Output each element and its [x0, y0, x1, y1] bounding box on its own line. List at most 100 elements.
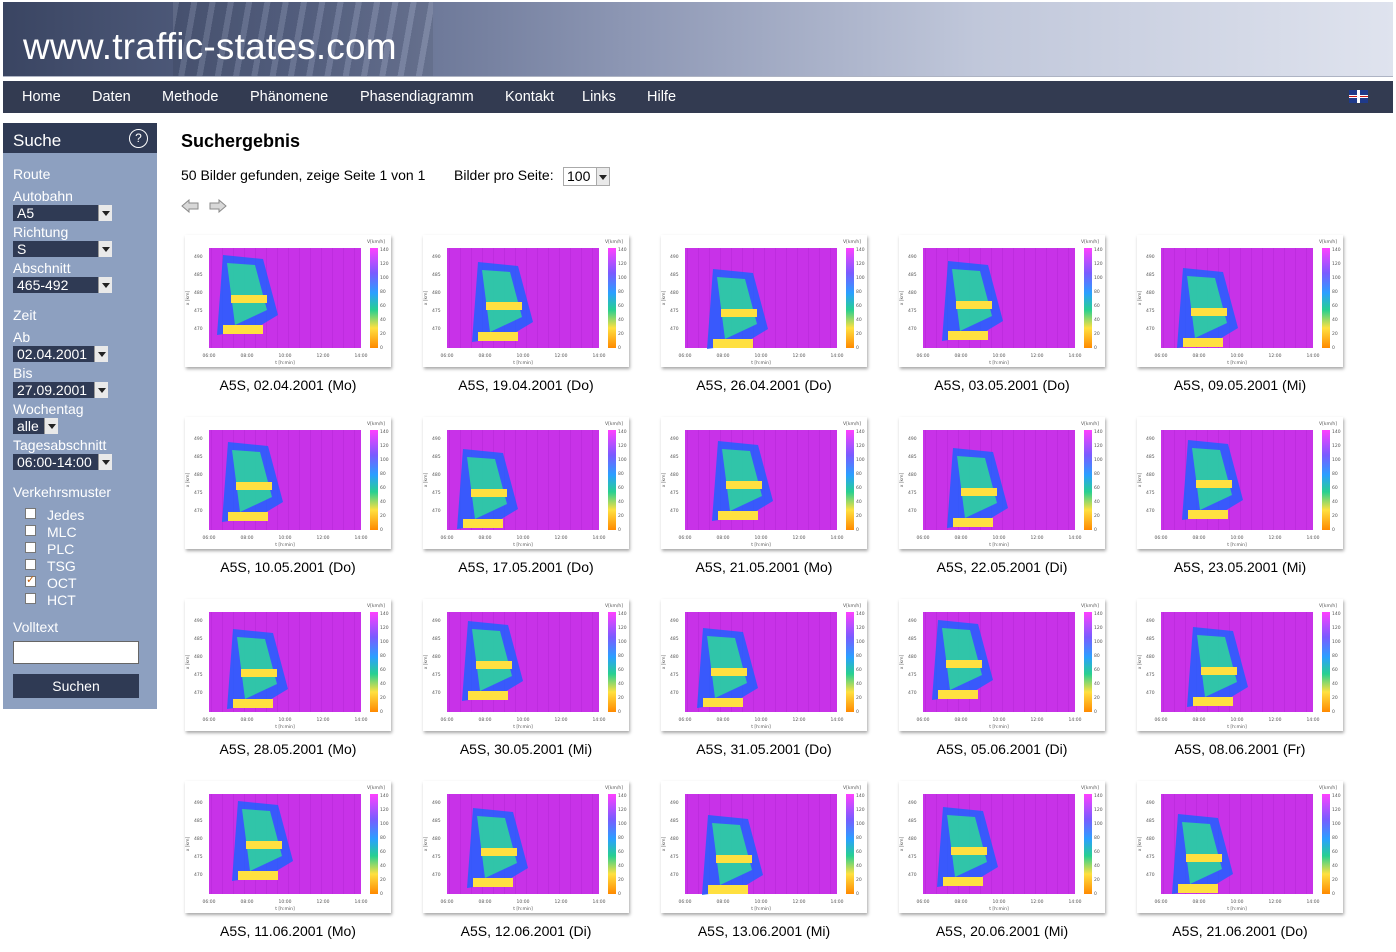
pattern-checkbox-oct[interactable]: [25, 573, 36, 587]
nav-item-daten[interactable]: Daten: [92, 89, 131, 105]
pattern-checkbox-jedes[interactable]: [25, 508, 36, 519]
pattern-checkbox-tsg[interactable]: [25, 559, 36, 570]
thumb-scale-tick: 120: [1332, 443, 1341, 449]
bis-date-select[interactable]: 27.09.2001: [13, 382, 108, 398]
result-thumbnail[interactable]: V[km/h] 140 120 100 80 60 40 20 0 490 485 480 475 470…: [423, 417, 629, 549]
thumb-y-tick: 475: [908, 490, 917, 496]
thumb-unit-label: V[km/h]: [843, 603, 861, 609]
per-page-value: 100: [567, 168, 591, 184]
thumb-scale-tick: 80: [856, 653, 862, 659]
thumb-y-axis-label: x [km]: [1137, 472, 1143, 487]
pattern-checkbox-hct[interactable]: [25, 593, 36, 604]
thumb-scale-tick: 120: [856, 625, 865, 631]
result-caption[interactable]: A5S, 20.06.2001 (Mi): [882, 923, 1122, 939]
result-caption[interactable]: A5S, 19.04.2001 (Do): [406, 377, 646, 393]
per-page-select[interactable]: 100: [563, 167, 610, 186]
thumb-y-axis-label: x [km]: [185, 836, 191, 851]
pattern-checkbox-plc[interactable]: [25, 542, 36, 553]
site-title[interactable]: www.traffic-states.com: [23, 26, 397, 68]
result-caption[interactable]: A5S, 13.06.2001 (Mi): [644, 923, 884, 939]
thumb-x-tick: 10:00: [279, 717, 292, 723]
result-caption[interactable]: A5S, 05.06.2001 (Di): [882, 741, 1122, 757]
thumb-scale-tick: 0: [1332, 527, 1335, 533]
thumb-scale-tick: 40: [380, 863, 386, 869]
thumb-scale-tick: 80: [1332, 289, 1338, 295]
result-thumbnail[interactable]: V[km/h] 140 120 100 80 60 40 20 0 490 485 480 475 470…: [661, 599, 867, 731]
thumb-scale-tick: 80: [1094, 289, 1100, 295]
result-caption[interactable]: A5S, 02.04.2001 (Mo): [168, 377, 408, 393]
result-thumbnail[interactable]: V[km/h] 140 120 100 80 60 40 20 0 490 485 480 475 470…: [1137, 235, 1343, 367]
nav-item-phaenomene[interactable]: Phänomene: [250, 89, 328, 105]
result-caption[interactable]: A5S, 12.06.2001 (Di): [406, 923, 646, 939]
thumb-unit-label: V[km/h]: [1081, 785, 1099, 791]
result-thumbnail[interactable]: V[km/h] 140 120 100 80 60 40 20 0 490 485 480 475 470…: [185, 781, 391, 913]
result-caption[interactable]: A5S, 21.06.2001 (Do): [1120, 923, 1360, 939]
thumb-scale-tick: 20: [1094, 513, 1100, 519]
result-thumbnail[interactable]: V[km/h] 140 120 100 80 60 40 20 0 490 485 480 475 470…: [899, 417, 1105, 549]
thumb-scale-tick: 60: [1094, 849, 1100, 855]
thumb-y-tick: 480: [432, 836, 441, 842]
uk-flag-icon[interactable]: [1349, 90, 1368, 103]
ab-date-select[interactable]: 02.04.2001: [13, 346, 108, 362]
result-thumbnail[interactable]: V[km/h] 140 120 100 80 60 40 20 0 490 485 480 475 470…: [1137, 417, 1343, 549]
richtung-select[interactable]: S: [13, 241, 112, 257]
thumb-scale-tick: 140: [618, 429, 627, 435]
result-caption[interactable]: A5S, 21.05.2001 (Mo): [644, 559, 884, 575]
result-thumbnail[interactable]: V[km/h] 140 120 100 80 60 40 20 0 490 485 480 475 470…: [1137, 781, 1343, 913]
result-caption[interactable]: A5S, 28.05.2001 (Mo): [168, 741, 408, 757]
nav-item-methode[interactable]: Methode: [162, 89, 218, 105]
result-thumbnail[interactable]: V[km/h] 140 120 100 80 60 40 20 0 490 485 480 475 470…: [423, 599, 629, 731]
result-thumbnail[interactable]: V[km/h] 140 120 100 80 60 40 20 0 490 485 480 475 470…: [185, 235, 391, 367]
thumb-unit-label: V[km/h]: [843, 239, 861, 245]
result-caption[interactable]: A5S, 17.05.2001 (Do): [406, 559, 646, 575]
arrow-right-icon[interactable]: [209, 199, 227, 213]
help-icon[interactable]: ?: [129, 129, 148, 148]
thumb-x-tick: 06:00: [203, 535, 216, 541]
result-caption[interactable]: A5S, 11.06.2001 (Mo): [168, 923, 408, 939]
pattern-checkbox-mlc[interactable]: [25, 525, 36, 536]
result-thumbnail[interactable]: V[km/h] 140 120 100 80 60 40 20 0 490 485 480 475 470…: [661, 417, 867, 549]
autobahn-select[interactable]: A5: [13, 205, 112, 221]
search-button[interactable]: Suchen: [13, 674, 139, 698]
result-caption[interactable]: A5S, 23.05.2001 (Mi): [1120, 559, 1360, 575]
result-thumbnail[interactable]: V[km/h] 140 120 100 80 60 40 20 0 490 485 480 475 470…: [661, 235, 867, 367]
result-thumbnail[interactable]: V[km/h] 140 120 100 80 60 40 20 0 490 485 480 475 470…: [899, 235, 1105, 367]
thumb-x-tick: 14:00: [1069, 899, 1082, 905]
result-caption[interactable]: A5S, 22.05.2001 (Di): [882, 559, 1122, 575]
nav-item-links[interactable]: Links: [582, 89, 616, 105]
result-caption[interactable]: A5S, 08.06.2001 (Fr): [1120, 741, 1360, 757]
result-thumbnail[interactable]: V[km/h] 140 120 100 80 60 40 20 0 490 485 480 475 470…: [899, 599, 1105, 731]
nav-item-hilfe[interactable]: Hilfe: [647, 89, 676, 105]
tagesabschnitt-select[interactable]: 06:00-14:00: [13, 454, 112, 470]
wochentag-select[interactable]: alle: [13, 418, 58, 434]
result-thumbnail[interactable]: V[km/h] 140 120 100 80 60 40 20 0 490 485 480 475 470…: [423, 781, 629, 913]
result-thumbnail[interactable]: V[km/h] 140 120 100 80 60 40 20 0 490 485 480 475 470…: [661, 781, 867, 913]
result-caption[interactable]: A5S, 03.05.2001 (Do): [882, 377, 1122, 393]
thumb-scale-tick: 120: [618, 261, 627, 267]
thumb-scale-tick: 140: [618, 793, 627, 799]
result-caption[interactable]: A5S, 26.04.2001 (Do): [644, 377, 884, 393]
nav-item-home[interactable]: Home: [22, 89, 61, 105]
nav-item-phasendiagramm[interactable]: Phasendiagramm: [360, 89, 474, 105]
pattern-label-tsg: TSG: [47, 558, 76, 574]
thumb-scale-tick: 60: [380, 667, 386, 673]
thumb-y-axis-label: x [km]: [661, 654, 667, 669]
result-thumbnail[interactable]: V[km/h] 140 120 100 80 60 40 20 0 490 485 480 475 470…: [185, 417, 391, 549]
arrow-left-icon[interactable]: [181, 199, 199, 213]
result-thumbnail[interactable]: V[km/h] 140 120 100 80 60 40 20 0 490 485 480 475 470…: [1137, 599, 1343, 731]
result-caption[interactable]: A5S, 31.05.2001 (Do): [644, 741, 884, 757]
result-caption[interactable]: A5S, 30.05.2001 (Mi): [406, 741, 646, 757]
thumb-scale-tick: 40: [618, 499, 624, 505]
volltext-input[interactable]: [13, 641, 139, 664]
result-thumbnail[interactable]: V[km/h] 140 120 100 80 60 40 20 0 490 485 480 475 470…: [899, 781, 1105, 913]
thumb-x-tick: 14:00: [355, 353, 368, 359]
result-caption[interactable]: A5S, 10.05.2001 (Do): [168, 559, 408, 575]
thumb-y-tick: 490: [432, 618, 441, 624]
nav-item-kontakt[interactable]: Kontakt: [505, 89, 554, 105]
thumb-scale-tick: 0: [380, 891, 383, 897]
thumb-scale-tick: 40: [618, 681, 624, 687]
result-thumbnail[interactable]: V[km/h] 140 120 100 80 60 40 20 0 490 485 480 475 470…: [185, 599, 391, 731]
result-caption[interactable]: A5S, 09.05.2001 (Mi): [1120, 377, 1360, 393]
abschnitt-select[interactable]: 465-492: [13, 277, 112, 293]
result-thumbnail[interactable]: V[km/h] 140 120 100 80 60 40 20 0 490 485 480 475 470…: [423, 235, 629, 367]
